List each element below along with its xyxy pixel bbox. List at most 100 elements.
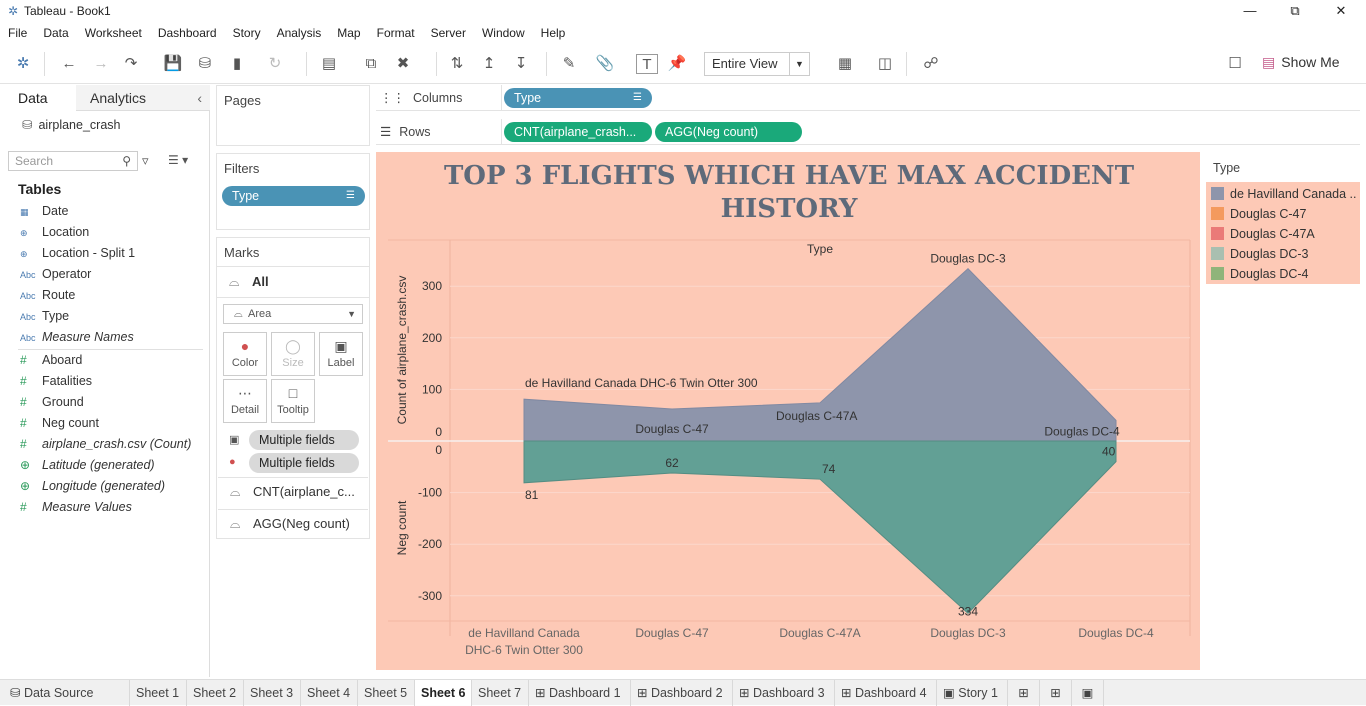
clear-sheet-icon[interactable]: ✖	[392, 54, 414, 74]
new-story-tab-icon[interactable]: ▣	[1072, 680, 1104, 706]
redo-icon[interactable]: →	[90, 54, 112, 74]
menu-story[interactable]: Story	[233, 26, 261, 40]
tab-sheet-2[interactable]: Sheet 2	[187, 680, 244, 706]
minimize-button[interactable]: —	[1227, 0, 1273, 22]
area-chart[interactable]: Type 0 100 200 300 0 -100 -200 -300 Count of airp…	[376, 152, 1200, 670]
marks-measure-count[interactable]: ⌓ CNT(airplane_c...	[218, 477, 368, 505]
tab-sheet-1[interactable]: Sheet 1	[130, 680, 187, 706]
field-latitude-generated[interactable]: ⊕ Latitude (generated)	[20, 455, 208, 476]
column-pill-type[interactable]: Type ☰	[504, 88, 652, 108]
save-icon[interactable]: 💾	[162, 54, 184, 74]
legend-item[interactable]: Douglas C-47A	[1211, 224, 1359, 244]
menu-format[interactable]: Format	[377, 26, 415, 40]
tab-story-1[interactable]: ▣ Story 1	[937, 680, 1008, 706]
menu-map[interactable]: Map	[337, 26, 360, 40]
paint-roller-icon[interactable]: ☐	[1224, 54, 1246, 74]
field-fatalities[interactable]: # Fatalities	[20, 371, 208, 392]
swap-rows-columns-icon[interactable]: ⇅	[446, 54, 468, 74]
share-icon[interactable]: ☍	[920, 54, 942, 74]
legend-item[interactable]: Douglas C-47	[1211, 204, 1359, 224]
marks-measure-neg[interactable]: ⌓ AGG(Neg count)	[218, 509, 368, 537]
tableau-home-icon[interactable]: ✲	[12, 54, 34, 74]
presentation-mode-icon[interactable]: ◫	[874, 54, 896, 74]
menu-server[interactable]: Server	[431, 26, 466, 40]
pause-updates-icon[interactable]: ▮	[226, 54, 248, 74]
field-airplane-crash-csv-count[interactable]: # airplane_crash.csv (Count)	[20, 434, 208, 455]
show-me-button[interactable]: ▤ Show Me	[1262, 54, 1340, 71]
datasource-name[interactable]: ⛁ airplane_crash	[22, 117, 120, 132]
view-options-icon[interactable]: ☰ ▾	[168, 153, 188, 167]
tab-data[interactable]: Data	[0, 85, 76, 111]
tab-sheet-5[interactable]: Sheet 5	[358, 680, 415, 706]
filter-pill-type[interactable]: Type ☰	[222, 186, 365, 206]
filters-card[interactable]: Filters Type ☰	[216, 153, 370, 230]
pages-card[interactable]: Pages	[216, 85, 370, 146]
label-button[interactable]: ▣ Label	[319, 332, 363, 376]
rows-shelf[interactable]: ☰ Rows CNT(airplane_crash... AGG(Neg coun…	[376, 119, 1360, 145]
sort-descending-icon[interactable]: ↧	[510, 54, 532, 74]
refresh-icon[interactable]: ↻	[264, 54, 286, 74]
detail-button[interactable]: ⋯ Detail	[223, 379, 267, 423]
field-ground[interactable]: # Ground	[20, 392, 208, 413]
legend-item[interactable]: de Havilland Canada ..	[1211, 184, 1359, 204]
highlight-icon[interactable]: ✎	[558, 54, 580, 74]
marks-all[interactable]: ⌓ All	[217, 266, 369, 298]
size-button[interactable]: ◯ Size	[271, 332, 315, 376]
columns-shelf[interactable]: ⋮⋮ Columns Type ☰	[376, 85, 1360, 111]
field-date[interactable]: ▦ Date	[20, 201, 208, 222]
field-measure-names[interactable]: Abc Measure Names	[20, 327, 208, 348]
menu-file[interactable]: File	[8, 26, 27, 40]
menu-worksheet[interactable]: Worksheet	[85, 26, 142, 40]
tooltip-button[interactable]: □ Tooltip	[271, 379, 315, 423]
new-worksheet-tab-icon[interactable]: ⊞	[1008, 680, 1040, 706]
replay-icon[interactable]: ↷	[120, 54, 142, 74]
tab-dashboard-1[interactable]: ⊞ Dashboard 1	[529, 680, 631, 706]
show-labels-icon[interactable]: T	[636, 54, 658, 74]
new-datasource-icon[interactable]: ⛁	[194, 54, 216, 74]
tab-sheet-6[interactable]: Sheet 6	[415, 680, 472, 706]
new-worksheet-icon[interactable]: ▤	[318, 54, 340, 74]
close-button[interactable]: ✕	[1318, 0, 1364, 22]
collapse-icon[interactable]: ‹	[197, 85, 202, 111]
field-location-split-1[interactable]: ⊕ Location - Split 1	[20, 243, 208, 264]
group-icon[interactable]: 📎	[594, 54, 616, 74]
fix-axes-icon[interactable]: 📌	[666, 54, 688, 74]
duplicate-sheet-icon[interactable]: ⧉	[360, 54, 382, 74]
mark-field-color[interactable]: ● Multiple fields	[223, 453, 363, 473]
field-location[interactable]: ⊕ Location	[20, 222, 208, 243]
search-input[interactable]: Search ⚲	[8, 151, 138, 171]
menu-dashboard[interactable]: Dashboard	[158, 26, 217, 40]
field-longitude-generated[interactable]: ⊕ Longitude (generated)	[20, 476, 208, 497]
tab-sheet-4[interactable]: Sheet 4	[301, 680, 358, 706]
tab-dashboard-2[interactable]: ⊞ Dashboard 2	[631, 680, 733, 706]
legend-item[interactable]: Douglas DC-4	[1211, 264, 1359, 284]
restore-button[interactable]: ⧉	[1272, 0, 1318, 22]
row-pill-neg-count[interactable]: AGG(Neg count)	[655, 122, 802, 142]
field-route[interactable]: Abc Route	[20, 285, 208, 306]
filter-icon[interactable]: ▿	[142, 153, 149, 169]
fit-select[interactable]: Entire View ▼	[704, 52, 810, 76]
menu-help[interactable]: Help	[541, 26, 566, 40]
tab-analytics[interactable]: Analytics ‹	[76, 85, 210, 111]
new-dashboard-tab-icon[interactable]: ⊞	[1040, 680, 1072, 706]
undo-icon[interactable]: ←	[58, 54, 80, 74]
field-neg-count[interactable]: # Neg count	[20, 413, 208, 434]
menu-data[interactable]: Data	[43, 26, 68, 40]
sort-ascending-icon[interactable]: ↥	[478, 54, 500, 74]
menu-window[interactable]: Window	[482, 26, 525, 40]
field-operator[interactable]: Abc Operator	[20, 264, 208, 285]
show-cards-icon[interactable]: ▦	[834, 54, 856, 74]
field-type[interactable]: Abc Type	[20, 306, 208, 327]
tab-sheet-7[interactable]: Sheet 7	[472, 680, 529, 706]
field-aboard[interactable]: # Aboard	[20, 350, 208, 371]
field-measure-values[interactable]: # Measure Values	[20, 497, 208, 518]
tab-data-source[interactable]: ⛁ Data Source	[4, 680, 130, 706]
legend-item[interactable]: Douglas DC-3	[1211, 244, 1359, 264]
tab-dashboard-4[interactable]: ⊞ Dashboard 4	[835, 680, 937, 706]
mark-type-select[interactable]: ⌓ Area ▼	[223, 304, 363, 324]
tab-sheet-3[interactable]: Sheet 3	[244, 680, 301, 706]
menu-analysis[interactable]: Analysis	[277, 26, 322, 40]
color-button[interactable]: ● Color	[223, 332, 267, 376]
mark-field-label[interactable]: ▣ Multiple fields	[223, 430, 363, 450]
tab-dashboard-3[interactable]: ⊞ Dashboard 3	[733, 680, 835, 706]
